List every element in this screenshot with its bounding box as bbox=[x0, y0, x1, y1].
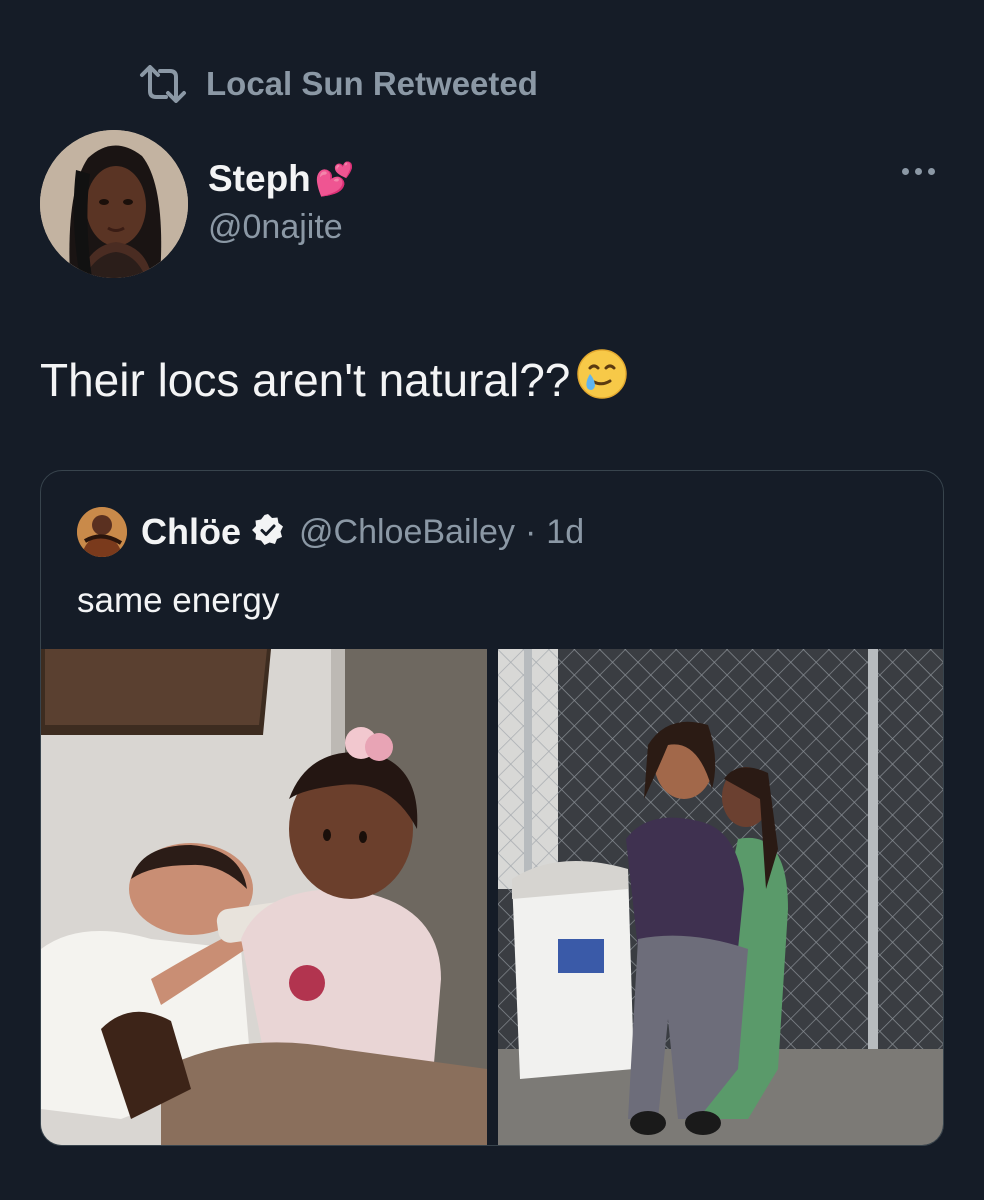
author-avatar[interactable] bbox=[40, 130, 188, 278]
retweet-label: Local Sun Retweeted bbox=[206, 65, 538, 102]
verified-badge-icon bbox=[251, 513, 285, 552]
tweet-body: Their locs aren't natural?? bbox=[40, 353, 571, 406]
quoted-tweet-text: same energy bbox=[77, 581, 280, 620]
quoted-media-photo-2[interactable] bbox=[498, 649, 943, 1145]
retweet-indicator[interactable]: Local Sun Retweeted bbox=[138, 62, 538, 106]
author-name[interactable]: Steph bbox=[208, 158, 311, 200]
quoted-timestamp[interactable]: 1d bbox=[546, 513, 584, 552]
author-block: Steph 💕 @0najite bbox=[208, 156, 355, 247]
smiling-tear-emoji-icon bbox=[576, 348, 628, 411]
heart-emoji-icon: 💕 bbox=[314, 161, 355, 197]
tweet-text: Their locs aren't natural?? bbox=[40, 348, 628, 411]
quoted-author-name[interactable]: Chlöe bbox=[141, 511, 241, 553]
more-options-icon[interactable] bbox=[902, 168, 935, 175]
time-separator: · bbox=[524, 512, 537, 551]
quoted-author-handle[interactable]: @ChloeBailey bbox=[299, 513, 515, 552]
quoted-media-photo-1[interactable] bbox=[41, 649, 487, 1145]
quoted-tweet-card[interactable]: Chlöe @ChloeBailey · 1d same energy bbox=[40, 470, 944, 1146]
author-handle[interactable]: @0najite bbox=[208, 208, 355, 247]
retweet-icon bbox=[138, 65, 188, 103]
quoted-author-avatar[interactable] bbox=[77, 507, 127, 557]
quoted-tweet-header: Chlöe @ChloeBailey · 1d bbox=[77, 507, 584, 557]
